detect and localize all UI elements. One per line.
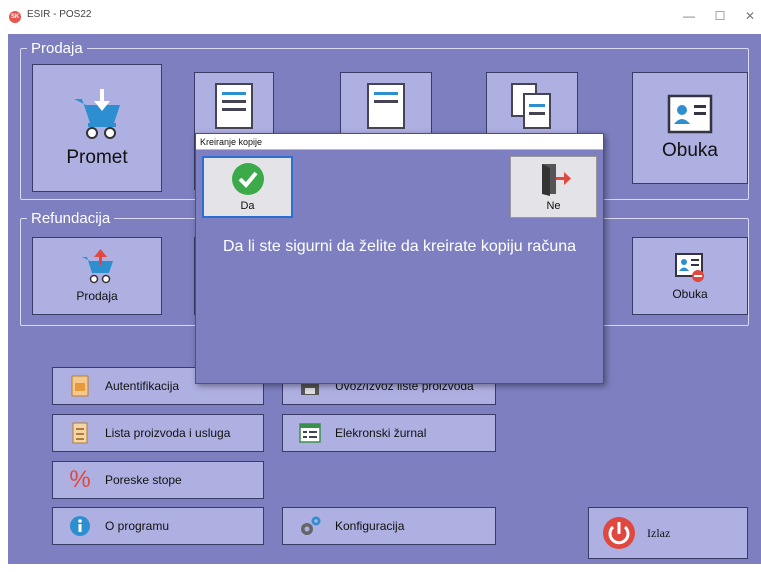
- promet-label: Promet: [66, 147, 128, 168]
- dialog-message: Da li ste sigurni da želite da kreirate …: [222, 238, 577, 255]
- da-label: Da: [240, 200, 255, 212]
- create-copy-dialog: Kreiranje kopije Da Ne Da li ste sigurni…: [195, 133, 604, 384]
- title-bar: SK ESIR - POS22 — ☐ ✕: [0, 0, 761, 34]
- id-card-remove-icon: [675, 253, 704, 282]
- cart-refund-icon: [82, 249, 113, 284]
- o-programu-label: O programu: [105, 519, 170, 533]
- izlaz-label: Izlaz: [647, 525, 671, 540]
- poreske-stope-button[interactable]: % Poreske stope: [52, 461, 264, 499]
- journal-table-icon: [297, 420, 323, 446]
- receipt-icon: [215, 83, 253, 129]
- autentifikacija-label: Autentifikacija: [105, 379, 180, 393]
- refundacija-legend: Refundacija: [31, 210, 111, 227]
- maximize-button[interactable]: ☐: [709, 7, 731, 25]
- izlaz-button[interactable]: Izlaz: [588, 507, 748, 559]
- konfiguracija-label: Konfiguracija: [335, 519, 405, 533]
- gears-icon: [297, 513, 323, 539]
- promet-button[interactable]: Promet: [32, 64, 162, 192]
- refund-obuka-button[interactable]: Obuka: [632, 237, 748, 315]
- certificate-icon: [67, 373, 93, 399]
- lista-proizvoda-label: Lista proizvoda i usluga: [105, 426, 231, 440]
- da-button[interactable]: Da: [202, 156, 293, 218]
- list-document-icon: [67, 420, 93, 446]
- poreske-stope-label: Poreske stope: [105, 473, 182, 487]
- elektronski-zurnal-label: Elekronski žurnal: [335, 426, 427, 440]
- documents-copy-icon: [511, 83, 551, 129]
- dialog-title: Kreiranje kopije: [196, 134, 603, 150]
- ne-label: Ne: [546, 200, 561, 212]
- minimize-button[interactable]: —: [678, 7, 700, 25]
- konfiguracija-button[interactable]: Konfiguracija: [282, 507, 496, 545]
- elektronski-zurnal-button[interactable]: Elekronski žurnal: [282, 414, 496, 452]
- prodaja-legend: Prodaja: [31, 40, 83, 57]
- exit-door-icon: [541, 164, 571, 196]
- id-card-icon: [667, 94, 713, 134]
- lista-proizvoda-button[interactable]: Lista proizvoda i usluga: [52, 414, 264, 452]
- app-logo-icon: SK: [9, 11, 21, 23]
- refund-prodaja-label: Prodaja: [76, 289, 118, 303]
- power-icon: [601, 515, 637, 551]
- percent-icon: %: [69, 466, 91, 493]
- close-window-button[interactable]: ✕: [739, 7, 761, 25]
- ne-button[interactable]: Ne: [510, 156, 597, 218]
- obuka-button[interactable]: Obuka: [632, 72, 748, 184]
- cart-download-icon: [74, 89, 120, 139]
- refund-obuka-label: Obuka: [672, 287, 708, 301]
- refund-prodaja-button[interactable]: Prodaja: [32, 237, 162, 315]
- checkmark-icon: [231, 163, 264, 195]
- window-title: ESIR - POS22: [27, 9, 92, 20]
- info-icon: [67, 513, 93, 539]
- obuka-label: Obuka: [662, 140, 718, 161]
- receipt-copy-icon: [367, 83, 405, 129]
- o-programu-button[interactable]: O programu: [52, 507, 264, 545]
